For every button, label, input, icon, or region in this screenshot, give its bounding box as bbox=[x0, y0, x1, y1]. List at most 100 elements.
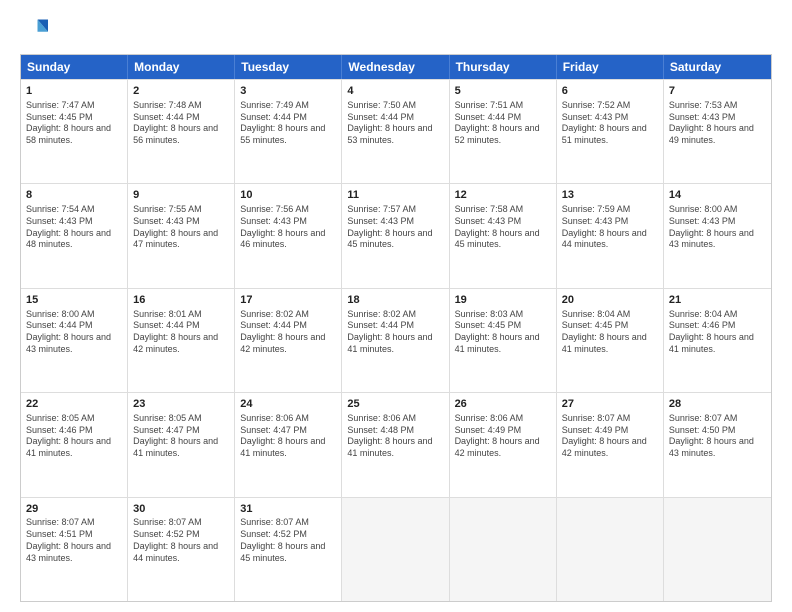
day-number: 13 bbox=[562, 188, 658, 203]
cal-cell-10: 10Sunrise: 7:56 AM Sunset: 4:43 PM Dayli… bbox=[235, 184, 342, 287]
logo-icon bbox=[20, 16, 48, 44]
day-info: Sunrise: 8:06 AM Sunset: 4:48 PM Dayligh… bbox=[347, 413, 443, 460]
day-info: Sunrise: 8:02 AM Sunset: 4:44 PM Dayligh… bbox=[347, 309, 443, 356]
day-number: 27 bbox=[562, 397, 658, 412]
calendar-row-3: 22Sunrise: 8:05 AM Sunset: 4:46 PM Dayli… bbox=[21, 392, 771, 496]
day-number: 22 bbox=[26, 397, 122, 412]
day-info: Sunrise: 8:05 AM Sunset: 4:46 PM Dayligh… bbox=[26, 413, 122, 460]
day-number: 10 bbox=[240, 188, 336, 203]
day-info: Sunrise: 8:07 AM Sunset: 4:51 PM Dayligh… bbox=[26, 517, 122, 564]
day-info: Sunrise: 8:00 AM Sunset: 4:43 PM Dayligh… bbox=[669, 204, 766, 251]
day-info: Sunrise: 8:01 AM Sunset: 4:44 PM Dayligh… bbox=[133, 309, 229, 356]
day-info: Sunrise: 7:59 AM Sunset: 4:43 PM Dayligh… bbox=[562, 204, 658, 251]
cal-cell-3: 3Sunrise: 7:49 AM Sunset: 4:44 PM Daylig… bbox=[235, 80, 342, 183]
cal-cell-14: 14Sunrise: 8:00 AM Sunset: 4:43 PM Dayli… bbox=[664, 184, 771, 287]
day-number: 26 bbox=[455, 397, 551, 412]
header-cell-saturday: Saturday bbox=[664, 55, 771, 79]
day-number: 25 bbox=[347, 397, 443, 412]
cal-cell-empty bbox=[557, 498, 664, 601]
header-cell-sunday: Sunday bbox=[21, 55, 128, 79]
calendar-row-2: 15Sunrise: 8:00 AM Sunset: 4:44 PM Dayli… bbox=[21, 288, 771, 392]
day-number: 4 bbox=[347, 84, 443, 99]
cal-cell-31: 31Sunrise: 8:07 AM Sunset: 4:52 PM Dayli… bbox=[235, 498, 342, 601]
day-number: 3 bbox=[240, 84, 336, 99]
cal-cell-empty bbox=[450, 498, 557, 601]
cal-cell-24: 24Sunrise: 8:06 AM Sunset: 4:47 PM Dayli… bbox=[235, 393, 342, 496]
day-number: 15 bbox=[26, 293, 122, 308]
day-number: 24 bbox=[240, 397, 336, 412]
day-info: Sunrise: 7:53 AM Sunset: 4:43 PM Dayligh… bbox=[669, 100, 766, 147]
cal-cell-22: 22Sunrise: 8:05 AM Sunset: 4:46 PM Dayli… bbox=[21, 393, 128, 496]
logo bbox=[20, 16, 52, 44]
cal-cell-5: 5Sunrise: 7:51 AM Sunset: 4:44 PM Daylig… bbox=[450, 80, 557, 183]
day-number: 8 bbox=[26, 188, 122, 203]
cal-cell-6: 6Sunrise: 7:52 AM Sunset: 4:43 PM Daylig… bbox=[557, 80, 664, 183]
day-number: 9 bbox=[133, 188, 229, 203]
day-number: 28 bbox=[669, 397, 766, 412]
day-number: 11 bbox=[347, 188, 443, 203]
calendar-row-4: 29Sunrise: 8:07 AM Sunset: 4:51 PM Dayli… bbox=[21, 497, 771, 601]
day-info: Sunrise: 8:00 AM Sunset: 4:44 PM Dayligh… bbox=[26, 309, 122, 356]
cal-cell-13: 13Sunrise: 7:59 AM Sunset: 4:43 PM Dayli… bbox=[557, 184, 664, 287]
cal-cell-25: 25Sunrise: 8:06 AM Sunset: 4:48 PM Dayli… bbox=[342, 393, 449, 496]
day-info: Sunrise: 8:06 AM Sunset: 4:47 PM Dayligh… bbox=[240, 413, 336, 460]
day-info: Sunrise: 8:06 AM Sunset: 4:49 PM Dayligh… bbox=[455, 413, 551, 460]
cal-cell-19: 19Sunrise: 8:03 AM Sunset: 4:45 PM Dayli… bbox=[450, 289, 557, 392]
cal-cell-20: 20Sunrise: 8:04 AM Sunset: 4:45 PM Dayli… bbox=[557, 289, 664, 392]
day-number: 5 bbox=[455, 84, 551, 99]
cal-cell-7: 7Sunrise: 7:53 AM Sunset: 4:43 PM Daylig… bbox=[664, 80, 771, 183]
cal-cell-1: 1Sunrise: 7:47 AM Sunset: 4:45 PM Daylig… bbox=[21, 80, 128, 183]
cal-cell-empty bbox=[342, 498, 449, 601]
calendar-row-1: 8Sunrise: 7:54 AM Sunset: 4:43 PM Daylig… bbox=[21, 183, 771, 287]
day-info: Sunrise: 8:07 AM Sunset: 4:49 PM Dayligh… bbox=[562, 413, 658, 460]
day-info: Sunrise: 8:07 AM Sunset: 4:52 PM Dayligh… bbox=[240, 517, 336, 564]
cal-cell-12: 12Sunrise: 7:58 AM Sunset: 4:43 PM Dayli… bbox=[450, 184, 557, 287]
day-number: 6 bbox=[562, 84, 658, 99]
day-info: Sunrise: 7:52 AM Sunset: 4:43 PM Dayligh… bbox=[562, 100, 658, 147]
header-cell-wednesday: Wednesday bbox=[342, 55, 449, 79]
day-number: 16 bbox=[133, 293, 229, 308]
day-info: Sunrise: 7:48 AM Sunset: 4:44 PM Dayligh… bbox=[133, 100, 229, 147]
day-number: 18 bbox=[347, 293, 443, 308]
cal-cell-21: 21Sunrise: 8:04 AM Sunset: 4:46 PM Dayli… bbox=[664, 289, 771, 392]
cal-cell-empty bbox=[664, 498, 771, 601]
cal-cell-9: 9Sunrise: 7:55 AM Sunset: 4:43 PM Daylig… bbox=[128, 184, 235, 287]
day-info: Sunrise: 7:57 AM Sunset: 4:43 PM Dayligh… bbox=[347, 204, 443, 251]
header-cell-friday: Friday bbox=[557, 55, 664, 79]
cal-cell-29: 29Sunrise: 8:07 AM Sunset: 4:51 PM Dayli… bbox=[21, 498, 128, 601]
calendar-body: 1Sunrise: 7:47 AM Sunset: 4:45 PM Daylig… bbox=[21, 79, 771, 601]
cal-cell-17: 17Sunrise: 8:02 AM Sunset: 4:44 PM Dayli… bbox=[235, 289, 342, 392]
cal-cell-15: 15Sunrise: 8:00 AM Sunset: 4:44 PM Dayli… bbox=[21, 289, 128, 392]
day-info: Sunrise: 7:51 AM Sunset: 4:44 PM Dayligh… bbox=[455, 100, 551, 147]
day-info: Sunrise: 7:56 AM Sunset: 4:43 PM Dayligh… bbox=[240, 204, 336, 251]
day-info: Sunrise: 7:47 AM Sunset: 4:45 PM Dayligh… bbox=[26, 100, 122, 147]
calendar-header: SundayMondayTuesdayWednesdayThursdayFrid… bbox=[21, 55, 771, 79]
day-info: Sunrise: 8:07 AM Sunset: 4:52 PM Dayligh… bbox=[133, 517, 229, 564]
day-number: 1 bbox=[26, 84, 122, 99]
cal-cell-11: 11Sunrise: 7:57 AM Sunset: 4:43 PM Dayli… bbox=[342, 184, 449, 287]
cal-cell-18: 18Sunrise: 8:02 AM Sunset: 4:44 PM Dayli… bbox=[342, 289, 449, 392]
day-info: Sunrise: 8:05 AM Sunset: 4:47 PM Dayligh… bbox=[133, 413, 229, 460]
day-number: 20 bbox=[562, 293, 658, 308]
day-info: Sunrise: 8:04 AM Sunset: 4:46 PM Dayligh… bbox=[669, 309, 766, 356]
header bbox=[20, 16, 772, 44]
day-number: 19 bbox=[455, 293, 551, 308]
day-info: Sunrise: 8:07 AM Sunset: 4:50 PM Dayligh… bbox=[669, 413, 766, 460]
day-number: 31 bbox=[240, 502, 336, 517]
day-number: 17 bbox=[240, 293, 336, 308]
header-cell-thursday: Thursday bbox=[450, 55, 557, 79]
cal-cell-26: 26Sunrise: 8:06 AM Sunset: 4:49 PM Dayli… bbox=[450, 393, 557, 496]
day-number: 2 bbox=[133, 84, 229, 99]
day-info: Sunrise: 8:03 AM Sunset: 4:45 PM Dayligh… bbox=[455, 309, 551, 356]
day-info: Sunrise: 8:04 AM Sunset: 4:45 PM Dayligh… bbox=[562, 309, 658, 356]
day-info: Sunrise: 7:49 AM Sunset: 4:44 PM Dayligh… bbox=[240, 100, 336, 147]
cal-cell-4: 4Sunrise: 7:50 AM Sunset: 4:44 PM Daylig… bbox=[342, 80, 449, 183]
day-number: 30 bbox=[133, 502, 229, 517]
page: SundayMondayTuesdayWednesdayThursdayFrid… bbox=[0, 0, 792, 612]
day-number: 14 bbox=[669, 188, 766, 203]
header-cell-tuesday: Tuesday bbox=[235, 55, 342, 79]
day-info: Sunrise: 7:54 AM Sunset: 4:43 PM Dayligh… bbox=[26, 204, 122, 251]
day-number: 23 bbox=[133, 397, 229, 412]
day-number: 12 bbox=[455, 188, 551, 203]
cal-cell-30: 30Sunrise: 8:07 AM Sunset: 4:52 PM Dayli… bbox=[128, 498, 235, 601]
